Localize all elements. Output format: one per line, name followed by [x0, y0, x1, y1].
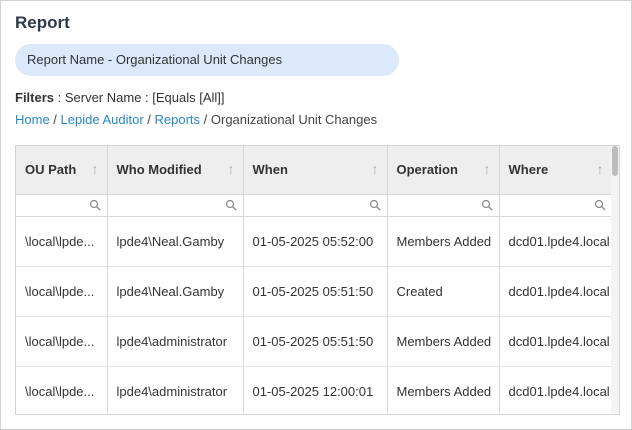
sort-up-arrow-icon[interactable]: ↑	[484, 161, 491, 177]
breadcrumb-reports-link[interactable]: Reports	[155, 112, 201, 127]
cell-who-modified: lpde4\administrator	[107, 316, 244, 367]
table-row[interactable]: \local\lpde... lpde4\administrator 01-05…	[16, 366, 613, 414]
filters-line: Filters : Server Name : [Equals [All]]	[15, 90, 225, 105]
filters-label: Filters	[15, 90, 55, 105]
cell-where: dcd01.lpde4.local	[499, 266, 613, 317]
column-header-label: Operation	[396, 162, 458, 178]
breadcrumb: Home / Lepide Auditor / Reports / Organi…	[15, 112, 377, 127]
cell-operation: Members Added	[387, 216, 500, 267]
breadcrumb-separator: /	[49, 112, 61, 127]
column-header-where[interactable]: Where ↑	[499, 146, 613, 194]
table-row[interactable]: \local\lpde... lpde4\Neal.Gamby 01-05-20…	[16, 216, 613, 267]
cell-when: 01-05-2025 05:52:00	[243, 216, 388, 267]
cell-who-modified: lpde4\administrator	[107, 366, 244, 414]
breadcrumb-lepide-link[interactable]: Lepide Auditor	[61, 112, 144, 127]
table-row[interactable]: \local\lpde... lpde4\administrator 01-05…	[16, 316, 613, 367]
column-header-label: Where	[508, 162, 549, 178]
cell-operation: Members Added	[387, 366, 500, 414]
cell-ou-path: \local\lpde...	[16, 266, 108, 317]
column-header-who-modified[interactable]: Who Modified ↑	[107, 146, 244, 194]
cell-when: 01-05-2025 12:00:01	[243, 366, 388, 414]
search-icon[interactable]	[369, 199, 381, 211]
sort-up-arrow-icon[interactable]: ↑	[597, 161, 604, 177]
breadcrumb-separator: /	[143, 112, 155, 127]
filter-input-when[interactable]	[243, 193, 388, 217]
breadcrumb-separator: /	[200, 112, 211, 127]
cell-when: 01-05-2025 05:51:50	[243, 316, 388, 367]
filter-input-ou-path[interactable]	[16, 193, 108, 217]
column-header-when[interactable]: When ↑	[243, 146, 388, 194]
cell-ou-path: \local\lpde...	[16, 316, 108, 367]
breadcrumb-current: Organizational Unit Changes	[210, 112, 378, 127]
cell-where: dcd01.lpde4.local	[499, 316, 613, 367]
cell-who-modified: lpde4\Neal.Gamby	[107, 216, 244, 267]
vertical-scrollbar[interactable]	[611, 146, 619, 414]
search-icon[interactable]	[89, 199, 101, 211]
cell-ou-path: \local\lpde...	[16, 366, 108, 414]
filter-row	[16, 193, 613, 217]
search-icon[interactable]	[481, 199, 493, 211]
column-header-label: When	[252, 162, 288, 178]
search-icon[interactable]	[225, 199, 237, 211]
sort-up-arrow-icon[interactable]: ↑	[92, 161, 99, 177]
filter-input-operation[interactable]	[387, 193, 500, 217]
cell-when: 01-05-2025 05:51:50	[243, 266, 388, 317]
cell-where: dcd01.lpde4.local	[499, 366, 613, 414]
search-icon[interactable]	[594, 199, 606, 211]
cell-operation: Members Added	[387, 316, 500, 367]
header-row: OU Path ↑ Who Modified ↑ When ↑ Operation ↑ …	[16, 146, 613, 194]
cell-ou-path: \local\lpde...	[16, 216, 108, 267]
breadcrumb-home-link[interactable]: Home	[15, 112, 50, 127]
report-name-field: Report Name - Organizational Unit Change…	[15, 44, 399, 76]
column-header-label: Who Modified	[116, 162, 202, 178]
column-header-ou-path[interactable]: OU Path ↑	[16, 146, 108, 194]
column-header-label: OU Path	[25, 162, 77, 178]
report-table: OU Path ↑ Who Modified ↑ When ↑ Operation ↑ …	[16, 146, 613, 414]
column-header-operation[interactable]: Operation ↑	[387, 146, 500, 194]
table-row[interactable]: \local\lpde... lpde4\Neal.Gamby 01-05-20…	[16, 266, 613, 317]
cell-who-modified: lpde4\Neal.Gamby	[107, 266, 244, 317]
report-panel: Report Report Name - Organizational Unit…	[0, 0, 632, 430]
filter-input-who-modified[interactable]	[107, 193, 244, 217]
cell-operation: Created	[387, 266, 500, 317]
filters-value: : Server Name : [Equals [All]]	[54, 90, 225, 105]
report-grid: OU Path ↑ Who Modified ↑ When ↑ Operation ↑ …	[15, 145, 620, 415]
page-title: Report	[15, 13, 70, 32]
filter-input-where[interactable]	[499, 193, 613, 217]
sort-up-arrow-icon[interactable]: ↑	[228, 161, 235, 177]
sort-up-arrow-icon[interactable]: ↑	[372, 161, 379, 177]
cell-where: dcd01.lpde4.local	[499, 216, 613, 267]
scrollbar-thumb[interactable]	[612, 146, 618, 176]
